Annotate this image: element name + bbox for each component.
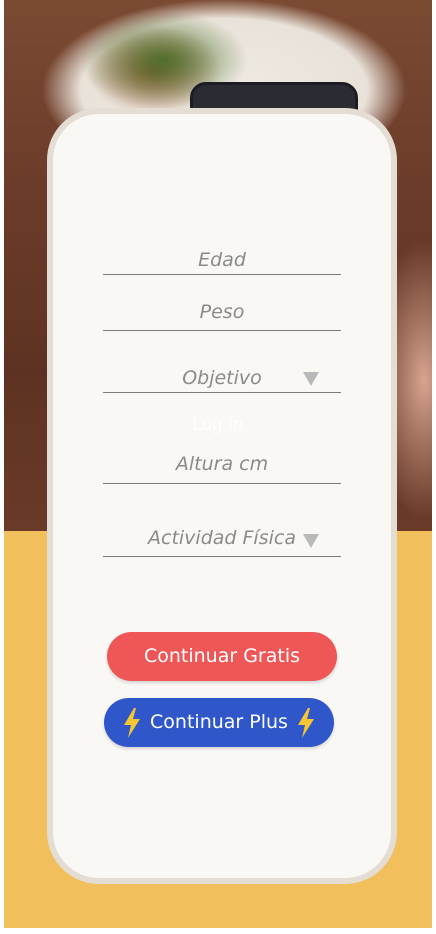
activity-label: Actividad Física (148, 527, 296, 549)
triangle-down-icon (303, 372, 319, 386)
activity-dropdown[interactable]: Actividad Física (103, 526, 341, 557)
triangle-down-icon (303, 534, 319, 548)
age-field[interactable]: Edad (103, 248, 341, 275)
height-placeholder: Altura cm (175, 453, 269, 475)
weight-field[interactable]: Peso (103, 300, 341, 331)
form-card (53, 114, 391, 878)
continue-free-button[interactable]: Continuar Gratis (107, 632, 337, 681)
continue-free-label: Continuar Gratis (143, 645, 301, 667)
weight-placeholder: Peso (199, 301, 245, 323)
lightning-bolt-icon (298, 708, 314, 738)
lightning-bolt-icon (124, 708, 140, 738)
height-field[interactable]: Altura cm (103, 452, 341, 484)
goal-dropdown[interactable]: Objetivo (103, 366, 341, 393)
goal-label: Objetivo (182, 367, 262, 389)
continue-plus-button[interactable]: Continuar Plus (104, 698, 334, 747)
faded-login-text: Log In (192, 415, 244, 435)
age-placeholder: Edad (198, 249, 246, 271)
continue-plus-label: Continuar Plus (150, 711, 288, 733)
